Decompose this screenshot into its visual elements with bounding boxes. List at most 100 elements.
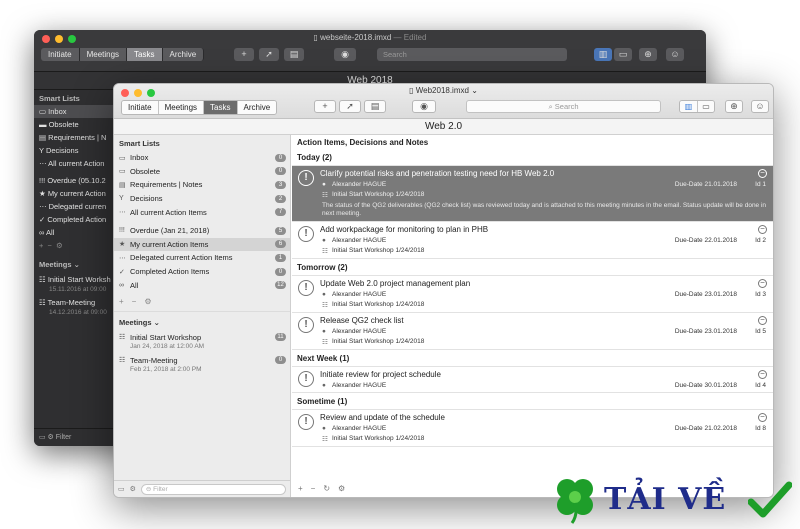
tab-tasks[interactable]: Tasks (204, 101, 238, 114)
background-sidebar-item[interactable]: Y Decisions (34, 144, 114, 157)
gear-icon[interactable]: ⚙ (338, 484, 345, 493)
sidebar-item[interactable]: !!! Overdue (Jan 21, 2018) 5 (114, 224, 290, 238)
priority-toggle-icon[interactable]: ! (298, 317, 314, 333)
background-sidebar-tools[interactable]: + − ⚙ (34, 239, 114, 252)
sidebar-item[interactable]: ⋯ All current Action Items 7 (114, 205, 290, 219)
meeting-item[interactable]: ☷ Team-Meeting 0 Feb 21, 2018 at 2:00 PM (114, 353, 290, 376)
item-id: Id 4 (755, 382, 766, 389)
collapse-icon[interactable]: − (758, 225, 767, 234)
collapse-icon[interactable]: − (758, 370, 767, 379)
search-input[interactable]: ⌕ Search (466, 100, 661, 113)
priority-toggle-icon[interactable]: ! (298, 371, 314, 387)
gear-icon[interactable]: ⚙ (144, 297, 151, 306)
background-sidebar-item[interactable]: ⋯ All current Action (34, 157, 114, 170)
inspector-toggle-icon[interactable]: ▭ (614, 48, 632, 61)
refresh-icon[interactable]: ↻ (323, 484, 330, 493)
tab-meetings[interactable]: Meetings (158, 101, 205, 114)
meeting-item[interactable]: ☷ Initial Start Workshop 11 Jan 24, 2018 a… (114, 330, 290, 353)
eye-icon[interactable]: ◉ (412, 100, 436, 113)
background-sidebar-item[interactable]: ▤ Requirements | N (34, 131, 114, 144)
count-badge: 2 (275, 194, 286, 203)
panel-icon[interactable]: ▭ (118, 485, 125, 493)
sidebar-toggle-icon[interactable]: ▥ (680, 101, 697, 112)
print-icon[interactable]: ▤ (284, 48, 304, 61)
priority-toggle-icon[interactable]: ! (298, 280, 314, 296)
sidebar-item[interactable]: ★ My current Action Items 6 (114, 237, 290, 252)
meeting-count-badge: 0 (275, 356, 286, 365)
collapse-icon[interactable]: − (758, 279, 767, 288)
add-icon[interactable]: + (234, 48, 254, 61)
priority-toggle-icon[interactable]: ! (298, 170, 314, 186)
action-item-row[interactable]: ! − Add workpackage for monitoring to plan… (292, 222, 773, 259)
tab-archive[interactable]: Archive (162, 48, 205, 61)
tab-initiate[interactable]: Initiate (122, 101, 159, 114)
sidebar-item[interactable]: ▭ Inbox 0 (114, 151, 290, 165)
send-icon[interactable]: ➚ (259, 48, 279, 61)
filter-input[interactable]: ⊖ Filter (140, 483, 286, 495)
action-item-row[interactable]: ! − Clarify potential risks and penetratio… (292, 166, 773, 222)
sidebar-item[interactable]: ∞ All 12 (114, 278, 290, 292)
due-date: Due-Date 23.01.2018 (674, 328, 737, 335)
background-meeting-item[interactable]: ☷ Initial Start Worksh (34, 273, 114, 286)
add-list-icon[interactable]: + (119, 297, 124, 306)
add-icon[interactable]: + (314, 100, 336, 113)
action-item-row[interactable]: ! − Initiate review for project schedule ● A… (292, 367, 773, 393)
collapse-icon[interactable]: − (758, 413, 767, 422)
document-icon: ▯ (409, 86, 416, 95)
count-badge: 0 (275, 153, 286, 162)
background-sidebar-item[interactable]: ▬ Obsolete (34, 118, 114, 131)
project-title: Web 2.0 (114, 119, 773, 135)
tab-tasks[interactable]: Tasks (127, 48, 163, 61)
background-filter-input[interactable]: Filter (56, 434, 72, 441)
background-filter-bar: ▭ ⚙ Filter (34, 428, 114, 446)
star-icon: ★ (119, 241, 126, 249)
group-heading: Today (2) (292, 149, 773, 166)
item-id: Id 5 (755, 328, 766, 335)
inspector-toggle-icon[interactable]: ▭ (697, 101, 714, 112)
people-icon: ☷ (119, 334, 126, 342)
sidebar-item[interactable]: ⋯ Delegated current Action Items 1 (114, 251, 290, 265)
tab-initiate[interactable]: Initiate (41, 48, 80, 61)
action-item-row[interactable]: ! − Review and update of the schedule ● Alex… (292, 410, 773, 447)
sidebar-tools: + − ⚙ (114, 292, 290, 312)
priority-toggle-icon[interactable]: ! (298, 226, 314, 242)
smiley-icon[interactable]: ☺ (751, 100, 769, 113)
action-item-row[interactable]: ! − Update Web 2.0 project management plan… (292, 276, 773, 313)
background-sidebar-item[interactable]: ⋯ Delegated curren (34, 200, 114, 213)
meeting-line: ☷ Initial Start Workshop 1/24/2018 (320, 435, 769, 443)
meetings-heading[interactable]: Meetings ⌄ (114, 314, 290, 330)
sync-icon[interactable]: ⊕ (725, 100, 743, 113)
action-item-row[interactable]: ! − Release QG2 check list ● Alexander HAGUE… (292, 313, 773, 350)
collapse-icon[interactable]: − (758, 169, 767, 178)
background-sidebar-item[interactable]: ★ My current Action (34, 187, 114, 200)
tab-meetings[interactable]: Meetings (79, 48, 128, 61)
priority-toggle-icon[interactable]: ! (298, 414, 314, 430)
background-meetings-heading: Meetings ⌄ (39, 260, 80, 269)
sync-icon[interactable]: ⊕ (639, 48, 657, 61)
send-icon[interactable]: ➚ (339, 100, 361, 113)
sidebar-item[interactable]: ✓ Completed Action Items 0 (114, 265, 290, 279)
gear-icon[interactable]: ⚙ (130, 485, 136, 493)
background-sidebar-item[interactable]: ▭ Inbox (34, 105, 114, 118)
sidebar-item[interactable]: ▤ Requirements | Notes 3 (114, 178, 290, 192)
chevron-down-icon[interactable]: ⌄ (471, 86, 478, 95)
view-toggle-group: ▥ ▭ (679, 100, 715, 113)
eye-icon[interactable]: ◉ (334, 48, 356, 61)
collapse-icon[interactable]: − (758, 316, 767, 325)
sidebar-item[interactable]: Y Decisions 2 (114, 192, 290, 206)
background-sidebar-item[interactable]: !!! Overdue (05.10.2 (34, 174, 114, 187)
background-sidebar-item[interactable]: ✓ Completed Action (34, 213, 114, 226)
smiley-icon[interactable]: ☺ (666, 48, 684, 61)
background-sidebar-item[interactable]: ∞ All (34, 226, 114, 239)
remove-item-icon[interactable]: − (311, 484, 316, 493)
sidebar-item[interactable]: ▭ Obsolete 0 (114, 165, 290, 179)
background-search-input[interactable]: Search (377, 48, 567, 61)
print-icon[interactable]: ▤ (364, 100, 386, 113)
sidebar-toggle-icon[interactable]: ▥ (594, 48, 612, 61)
remove-list-icon[interactable]: − (132, 297, 137, 306)
add-item-icon[interactable]: + (298, 484, 303, 493)
watermark-text: TẢI VỀ (604, 482, 727, 517)
tab-archive[interactable]: Archive (237, 101, 277, 114)
background-meeting-item[interactable]: ☷ Team-Meeting (34, 296, 114, 309)
smart-lists-heading: Smart Lists (119, 139, 160, 148)
